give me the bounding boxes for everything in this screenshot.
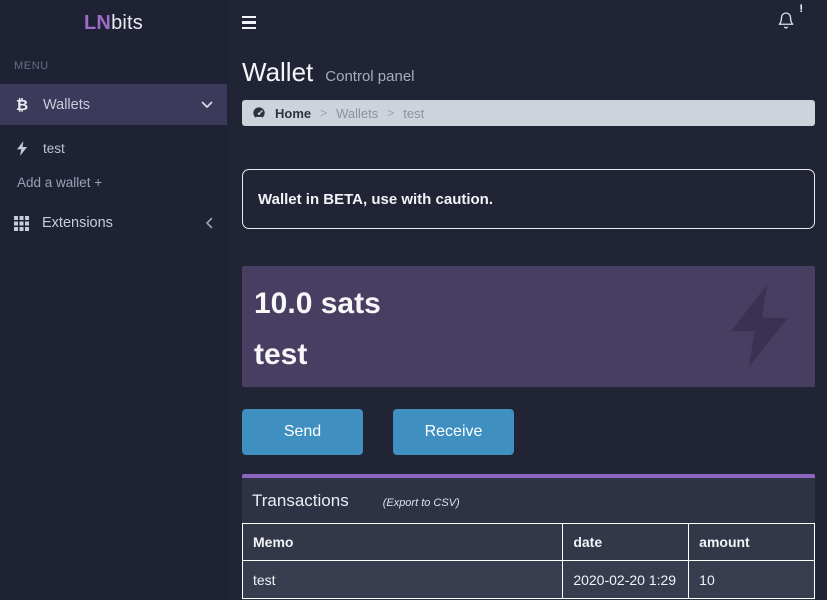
sidebar-item-wallets[interactable]: ₿ Wallets (0, 84, 227, 125)
table-row[interactable]: test 2020-02-20 1:29 10 (241, 560, 815, 599)
send-button[interactable]: Send (242, 409, 363, 455)
app-window: LN bits MENU ₿ Wallets test Add a wallet … (0, 0, 827, 600)
page-header: Wallet Control panel (242, 57, 815, 88)
chevron-down-icon (201, 101, 213, 109)
alert-text: Wallet in BETA, use with caution. (258, 190, 494, 208)
beta-warning-alert: Wallet in BETA, use with caution. (242, 169, 815, 229)
notifications-button[interactable]: ! (777, 3, 803, 35)
wallet-name-label: test (43, 140, 65, 156)
grid-icon (14, 215, 29, 231)
sidebar-item-label: Extensions (42, 215, 113, 231)
cell-date: 2020-02-20 1:29 (562, 560, 690, 599)
transactions-header: Transactions (Export to CSV) (242, 478, 815, 523)
notification-badge: ! (799, 2, 803, 15)
breadcrumb-separator: > (320, 106, 328, 120)
sidebar: LN bits MENU ₿ Wallets test Add a wallet … (0, 0, 227, 600)
wallet-actions: Send Receive (242, 409, 815, 455)
cell-memo: test (241, 560, 564, 599)
main-area: ! Wallet Control panel Home > Wallets > … (227, 0, 827, 600)
wallet-balance-card: 10.0 sats test (242, 266, 815, 387)
bitcoin-icon: ₿ (15, 95, 29, 114)
breadcrumb-wallets[interactable]: Wallets (336, 106, 378, 121)
topbar: ! (227, 0, 827, 45)
page-subtitle: Control panel (325, 68, 415, 85)
transactions-title: Transactions (252, 491, 349, 510)
column-header-date: date (562, 523, 690, 561)
lightning-watermark-icon (731, 280, 793, 377)
menu-section-label: MENU (14, 60, 49, 72)
breadcrumb: Home > Wallets > test (242, 100, 815, 126)
chevron-left-icon (205, 217, 213, 229)
logo-bits: bits (111, 11, 143, 34)
bell-icon (778, 11, 794, 29)
receive-button[interactable]: Receive (393, 409, 514, 455)
table-header-row: Memo date amount (241, 523, 815, 561)
add-wallet-link[interactable]: Add a wallet + (0, 175, 227, 190)
sidebar-item-extensions[interactable]: Extensions (0, 204, 227, 242)
lightning-icon (17, 140, 28, 156)
logo-ln: LN (84, 11, 112, 34)
column-header-memo: Memo (241, 523, 564, 561)
breadcrumb-current: test (403, 105, 425, 121)
sidebar-item-wallet-test[interactable]: test (0, 137, 227, 159)
breadcrumb-separator: > (387, 106, 395, 120)
breadcrumb-home[interactable]: Home (275, 106, 311, 121)
transactions-section: Transactions (Export to CSV) Memo date a… (241, 474, 815, 600)
menu-toggle-button[interactable] (242, 15, 256, 30)
column-header-amount: amount (688, 523, 815, 561)
export-csv-link[interactable]: (Export to CSV) (383, 497, 460, 509)
page-title: Wallet (242, 57, 314, 87)
transactions-table: Memo date amount test 2020-02-20 1:29 10 (241, 523, 815, 599)
sidebar-item-label: Wallets (43, 96, 90, 113)
dashboard-icon (253, 107, 265, 120)
page-content: Wallet Control panel Home > Wallets > te… (227, 45, 827, 600)
cell-amount: 10 (688, 560, 815, 599)
app-logo[interactable]: LN bits (0, 0, 227, 46)
